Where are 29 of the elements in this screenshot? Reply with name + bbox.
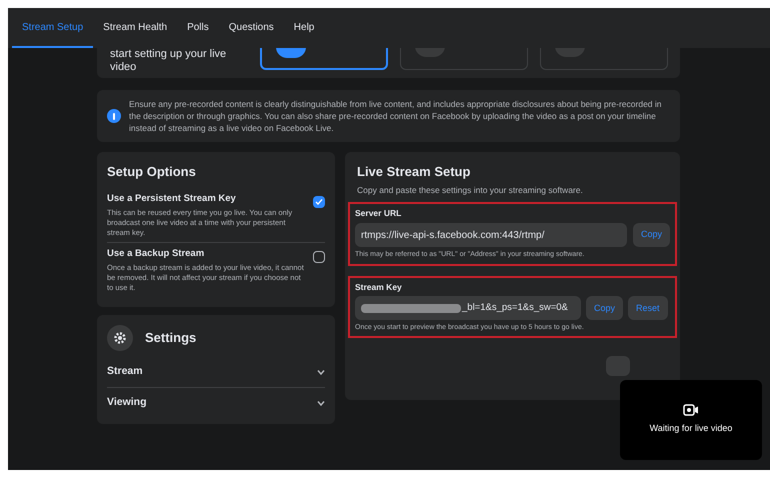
chevron-icon [317,400,325,406]
notice-text: Ensure any pre-recorded content is clearly distinguishable from live content, and includes appropriate disclosures about being pre-recorded in the description or through graphics. You can also share pre-recorded content on Facebook by uploading the video as a post on your timeline instead of streaming as a live video on Facebook Live. [129,98,662,134]
url-field[interactable]: rtmps://live-api-s.facebook.com:443/rtmp/ [355,223,627,247]
key-field[interactable]: _bl=1&s_ps=1&s_sw=0& [355,296,581,320]
source-option[interactable] [260,48,388,70]
tab[interactable]: Stream Setup [12,8,94,48]
prompt-text: start setting up your live video [109,48,228,74]
status-text: Waiting for live video [650,422,732,436]
info-icon [107,109,121,123]
field-label: Server URL [355,207,402,220]
section-toggle[interactable]: Stream [107,357,325,387]
card-title: Settings [145,329,196,348]
card-title: Live Stream Setup [356,163,472,181]
option-label: Use a Backup Stream [107,246,206,261]
checkbox[interactable] [313,196,325,208]
tab[interactable]: Questions [218,8,284,48]
tab[interactable]: Help [284,8,324,48]
checkbox[interactable] [313,250,325,263]
section-toggle[interactable]: Viewing [107,386,325,418]
chevron-icon [317,368,325,375]
option-label: Use a Persistent Stream Key [107,192,237,206]
key-text: _bl=1&s_ps=1&s_sw=0& [462,301,568,316]
gear-icon [107,325,133,351]
card-title: Setup Options [107,163,197,181]
field-label: Stream Key [355,280,403,294]
video-camera-icon [683,404,699,416]
tab[interactable]: Polls [177,8,219,48]
card-subtitle: Copy and paste these settings into your streaming software. [356,184,584,196]
tab[interactable]: Stream Health [93,8,178,48]
